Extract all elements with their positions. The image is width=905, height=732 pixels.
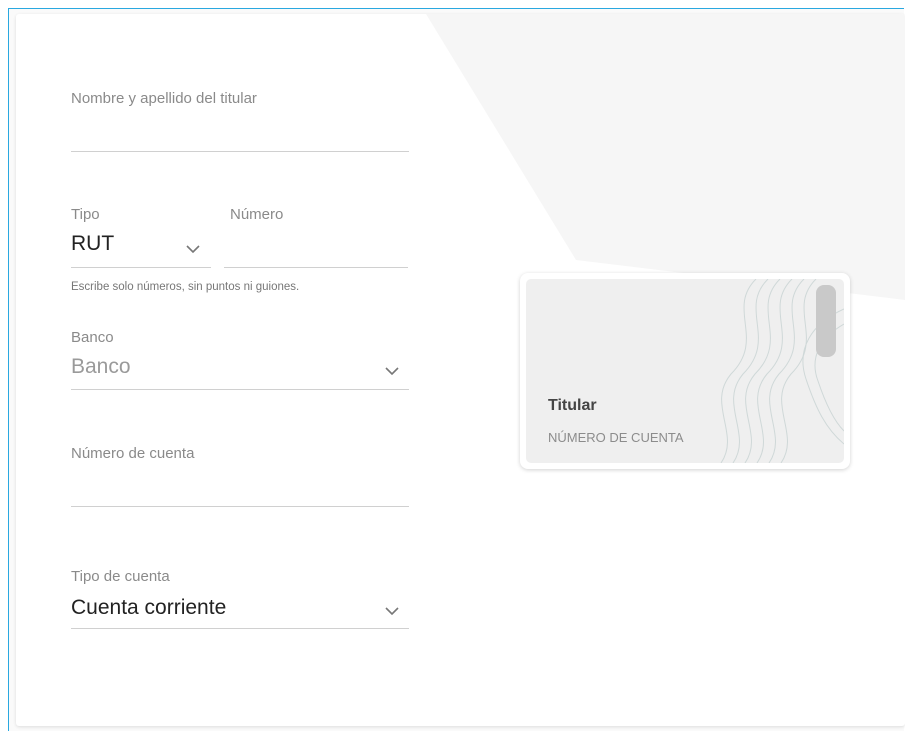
account-card-preview: Titular NÚMERO DE CUENTA [520,273,850,469]
chevron-down-icon [385,607,399,616]
bank-label: Banco [71,329,114,346]
account-number-underline [71,506,409,507]
holder-name-underline [71,151,409,152]
account-number-label: Número de cuenta [71,445,195,462]
account-number-input[interactable] [71,470,409,500]
id-type-value: RUT [71,232,115,255]
bank-underline [71,389,409,390]
card-number-text: NÚMERO DE CUENTA [548,430,684,445]
account-type-value: Cuenta corriente [71,596,227,619]
bank-select[interactable]: Banco [71,350,409,390]
chevron-down-icon [186,245,200,254]
id-type-label: Tipo [71,206,100,223]
holder-name-label: Nombre y apellido del titular [71,90,257,107]
card-scroll-handle[interactable] [816,285,836,357]
id-number-hint: Escribe solo números, sin puntos ni guio… [71,281,300,293]
id-number-underline [224,267,408,268]
card-face: Titular NÚMERO DE CUENTA [526,279,844,463]
id-type-select[interactable]: RUT [71,226,211,268]
chevron-down-icon [385,367,399,376]
id-type-underline [71,267,211,268]
card-holder-text: Titular [548,397,597,414]
account-type-underline [71,628,409,629]
id-number-input[interactable] [224,234,408,264]
account-type-select[interactable]: Cuenta corriente [71,590,409,630]
holder-name-input[interactable] [71,114,409,144]
id-number-label: Número [230,206,284,223]
bank-value: Banco [71,355,131,378]
account-type-label: Tipo de cuenta [71,568,170,585]
bank-account-form-panel: Nombre y apellido del titular Tipo RUT N… [16,14,905,726]
